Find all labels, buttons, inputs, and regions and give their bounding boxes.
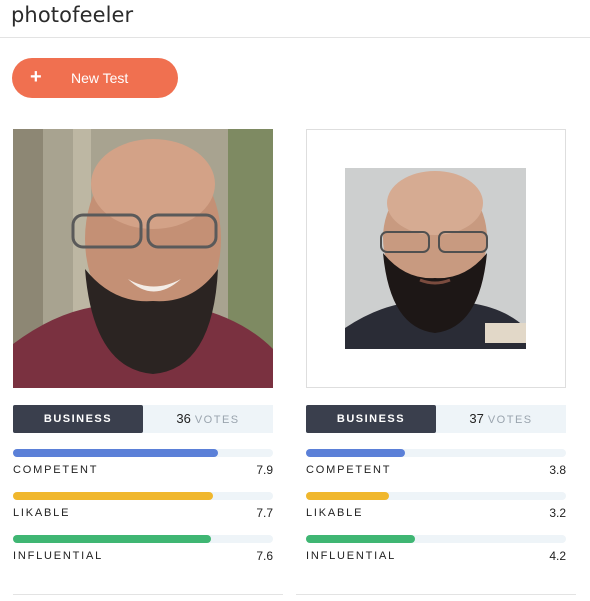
metric-label: COMPETENT — [13, 464, 99, 476]
metric-competent: COMPETENT 7.9 — [13, 449, 273, 479]
metric-score: 4.2 — [549, 549, 566, 563]
metric-score: 7.6 — [256, 549, 273, 563]
portrait-photo-1 — [13, 129, 273, 388]
category-badge: BUSINESS — [13, 405, 143, 433]
category-badge: BUSINESS — [306, 405, 436, 433]
score-bar-track — [13, 535, 273, 543]
metric-label: LIKABLE — [13, 507, 71, 519]
score-bar-track — [306, 492, 566, 500]
new-test-label: New Test — [71, 70, 129, 86]
score-bar-fill — [13, 492, 214, 500]
vote-count: 36 VOTES — [143, 405, 273, 433]
card-divider — [13, 594, 283, 595]
plus-icon: + — [30, 66, 42, 88]
score-bar-fill — [306, 449, 405, 457]
test-result-card[interactable]: BUSINESS 36 VOTES COMPETENT 7.9 LIKABLE 7… — [13, 129, 273, 563]
vote-count: 37 VOTES — [436, 405, 566, 433]
metric-competent: COMPETENT 3.8 — [306, 449, 566, 479]
metric-label: INFLUENTIAL — [13, 550, 104, 562]
test-photo[interactable] — [13, 129, 273, 388]
new-test-button[interactable]: + New Test — [12, 58, 178, 98]
metric-score: 3.8 — [549, 463, 566, 477]
votes-label: VOTES — [487, 414, 533, 426]
portrait-photo-2 — [345, 168, 526, 349]
votes-number: 37 — [469, 411, 484, 426]
test-photo[interactable] — [306, 129, 566, 388]
score-bar-track — [306, 535, 566, 543]
votes-label: VOTES — [194, 414, 240, 426]
score-bar-fill — [306, 492, 390, 500]
metric-influential: INFLUENTIAL 4.2 — [306, 535, 566, 565]
metric-label: COMPETENT — [306, 464, 392, 476]
metric-score: 7.9 — [256, 463, 273, 477]
metric-influential: INFLUENTIAL 7.6 — [13, 535, 273, 565]
score-bar-track — [13, 492, 273, 500]
category-row: BUSINESS 37 VOTES — [306, 405, 566, 433]
card-divider — [296, 594, 576, 595]
votes-number: 36 — [176, 411, 191, 426]
metric-likable: LIKABLE 7.7 — [13, 492, 273, 522]
top-header: photofeeler — [0, 0, 590, 38]
photofeeler-logo[interactable]: photofeeler — [11, 3, 133, 27]
score-bar-fill — [13, 449, 219, 457]
score-bar-track — [306, 449, 566, 457]
score-bar-track — [13, 449, 273, 457]
category-row: BUSINESS 36 VOTES — [13, 405, 273, 433]
metric-score: 7.7 — [256, 506, 273, 520]
test-result-card[interactable]: BUSINESS 37 VOTES COMPETENT 3.8 LIKABLE 3… — [306, 129, 566, 563]
metric-label: INFLUENTIAL — [306, 550, 397, 562]
metric-label: LIKABLE — [306, 507, 364, 519]
metric-score: 3.2 — [549, 506, 566, 520]
score-bar-fill — [13, 535, 211, 543]
metric-likable: LIKABLE 3.2 — [306, 492, 566, 522]
score-bar-fill — [306, 535, 416, 543]
